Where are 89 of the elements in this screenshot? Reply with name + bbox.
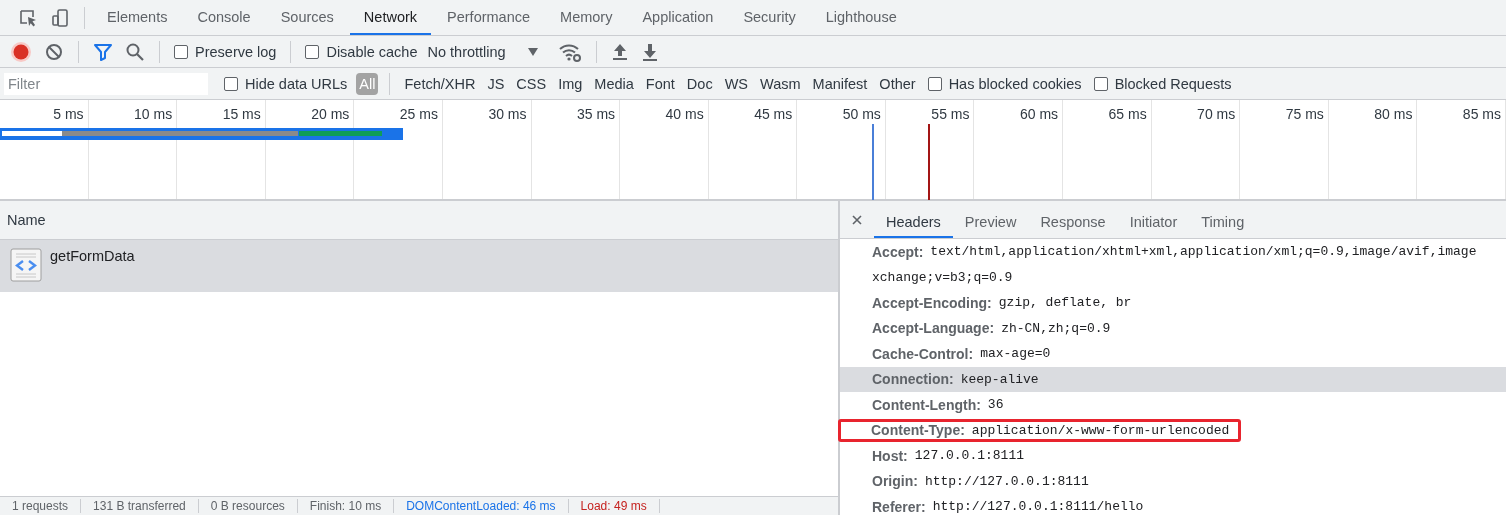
tick-label: 70 ms	[1197, 106, 1236, 122]
panel-tab[interactable]: Security	[729, 0, 810, 35]
header-value: text/html,application/xhtml+xml,application/xml;q=0.9,image/avif,image	[930, 244, 1477, 260]
panel-tab[interactable]: Sources	[266, 0, 348, 35]
caret-icon	[527, 47, 538, 56]
detail-tab[interactable]: Preview	[952, 201, 1029, 238]
detail-tab[interactable]: Initiator	[1117, 201, 1190, 238]
tick-label: 55 ms	[931, 106, 970, 122]
checkbox[interactable]: Hide data URLs	[224, 75, 348, 92]
status-text: Finish: 10 ms	[297, 499, 395, 513]
tick-label: 60 ms	[1019, 106, 1059, 122]
header-name: Accept:	[872, 243, 924, 260]
header-value: gzip, deflate, br	[998, 295, 1132, 311]
tick-label: 10 ms	[134, 106, 173, 122]
tick-label: 65 ms	[1108, 106, 1147, 122]
status-text: Load: 49 ms	[568, 499, 660, 513]
header-value: max-age=0	[980, 346, 1051, 362]
record-button[interactable]	[10, 40, 32, 63]
header-name: Cache-Control:	[872, 345, 974, 362]
download-icon[interactable]	[640, 41, 659, 62]
header-name: Content-Type:	[871, 422, 965, 439]
header-name: Content-Length:	[872, 396, 981, 413]
detail-tab[interactable]: Response	[1028, 201, 1118, 238]
type-filter-button[interactable]: CSS	[513, 72, 550, 95]
header-value: application/x-www-form-urlencoded	[971, 422, 1230, 438]
request-row[interactable]: getFormData	[0, 240, 838, 292]
status-text: 131 B transferred	[81, 499, 199, 513]
tick-label: 35 ms	[577, 106, 616, 122]
panel-tab[interactable]: Lighthouse	[811, 0, 911, 35]
panel-tab[interactable]: Application	[628, 0, 728, 35]
document-icon	[10, 248, 42, 282]
device-icon[interactable]	[50, 7, 70, 28]
detail-tab[interactable]: Headers	[874, 201, 953, 238]
tick-label: 30 ms	[488, 106, 527, 122]
tick-label: 25 ms	[399, 106, 438, 122]
tick-label: 45 ms	[754, 106, 793, 122]
tick-label: 85 ms	[1462, 106, 1501, 122]
status-text: DOMContentLoaded: 46 ms	[394, 499, 569, 513]
header-value: http://127.0.0.1:8111	[924, 473, 1089, 489]
request-name: getFormData	[50, 248, 135, 264]
header-value: 127.0.0.1:8111	[914, 448, 1024, 464]
header-value: keep-alive	[960, 371, 1039, 387]
filter-field[interactable]: Filter	[4, 72, 208, 95]
header-name: Origin:	[872, 473, 918, 490]
header-name: Accept-Encoding:	[872, 294, 992, 311]
type-filter-button[interactable]: JS	[484, 72, 508, 95]
panel-tab[interactable]: Elements	[93, 0, 182, 35]
checkbox[interactable]: Preserve log	[174, 43, 277, 60]
panel-tab[interactable]: Console	[183, 0, 265, 35]
header-name: Host:	[872, 447, 908, 464]
detail-tab[interactable]: Timing	[1189, 201, 1257, 238]
type-filter-button[interactable]: WS	[721, 72, 751, 95]
header-value: 36	[987, 397, 1004, 413]
tick-label: 40 ms	[665, 106, 704, 122]
tick-label: 15 ms	[222, 106, 261, 122]
status-text: 0 B resources	[198, 499, 298, 513]
type-filter-button[interactable]: Other	[876, 72, 919, 95]
status-text: 1 requests	[0, 499, 82, 513]
tick-label: 75 ms	[1285, 106, 1324, 122]
header-value: http://127.0.0.1:8111/hello	[932, 499, 1144, 515]
header-name: Referer:	[872, 498, 926, 515]
type-filter-button[interactable]: Fetch/XHR	[401, 72, 479, 95]
type-filter-button[interactable]: Manifest	[809, 72, 871, 95]
type-filter-button[interactable]: Doc	[683, 72, 716, 95]
type-filter-button[interactable]: Img	[555, 72, 586, 95]
tick-label: 80 ms	[1374, 106, 1413, 122]
tick-label: 5 ms	[53, 106, 84, 122]
column-header[interactable]: Name	[0, 212, 46, 228]
type-filter-button[interactable]: Wasm	[757, 72, 804, 95]
clear-icon[interactable]	[44, 41, 64, 62]
panel-tab[interactable]: Memory	[546, 0, 627, 35]
filter-icon[interactable]	[93, 41, 113, 62]
checkbox[interactable]: Disable cache	[305, 43, 418, 60]
search-icon[interactable]	[125, 41, 145, 62]
header-name: Connection:	[872, 371, 954, 388]
checkbox[interactable]: Blocked Requests	[1093, 75, 1232, 92]
tick-label: 50 ms	[842, 106, 881, 122]
tick-label: 20 ms	[311, 106, 350, 122]
header-name: Accept-Language:	[872, 320, 995, 337]
close-icon[interactable]	[852, 214, 862, 225]
wifi-settings-icon[interactable]	[557, 41, 582, 62]
type-filter-button[interactable]: Media	[591, 72, 637, 95]
checkbox[interactable]: Has blocked cookies	[927, 75, 1082, 92]
panel-tab[interactable]: Performance	[433, 0, 545, 35]
throttling-dropdown[interactable]: No throttling	[427, 43, 538, 60]
header-value: xchange;v=b3;q=0.9	[872, 269, 1013, 285]
inspect-icon[interactable]	[18, 7, 38, 28]
header-value: zh-CN,zh;q=0.9	[1001, 320, 1111, 336]
type-filter-button[interactable]: Font	[642, 72, 678, 95]
